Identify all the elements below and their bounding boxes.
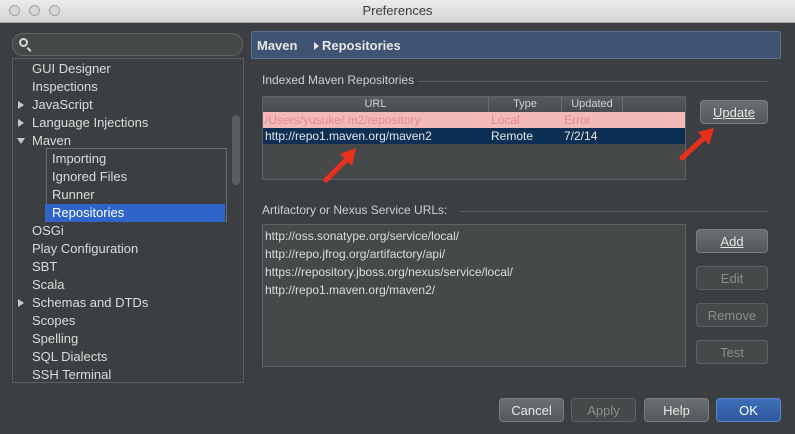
section-divider	[460, 211, 767, 212]
search-icon	[19, 38, 28, 47]
sidebar-item-label: Maven	[32, 133, 72, 148]
chevron-down-icon[interactable]	[17, 138, 25, 144]
indexed-repos-label: Indexed Maven Repositories	[262, 73, 415, 87]
artifactory-label: Artifactory or Nexus Service URLs:	[262, 203, 448, 217]
list-item[interactable]: https://repository.jboss.org/nexus/servi…	[265, 263, 685, 281]
apply-button[interactable]: Apply	[571, 398, 636, 422]
sidebar-item-label: SSH Terminal	[32, 367, 112, 382]
section-divider	[418, 81, 767, 82]
sidebar-item-label: GUI Designer	[32, 61, 111, 76]
sidebar-item-label: Inspections	[32, 79, 98, 94]
sidebar-item-label: OSGi	[32, 223, 64, 238]
breadcrumb-current: Repositories	[322, 38, 401, 53]
sidebar-item-label: Importing	[52, 151, 107, 166]
window-title: Preferences	[362, 3, 433, 18]
ok-button[interactable]: OK	[716, 398, 781, 422]
column-header-updated[interactable]: Updated	[562, 97, 623, 112]
remove-button[interactable]: Remove	[696, 303, 768, 327]
sidebar-item-label: Play Configuration	[32, 241, 139, 256]
breadcrumb: Maven Repositories	[251, 31, 781, 59]
column-header-type[interactable]: Type	[489, 97, 562, 112]
sidebar-item-label: Scala	[32, 277, 65, 292]
annotation-arrow-icon	[679, 128, 714, 161]
service-url-list[interactable]: http://oss.sonatype.org/service/local/ h…	[262, 224, 686, 367]
sidebar-item-label: Repositories	[52, 205, 125, 220]
column-header-url[interactable]: URL	[263, 97, 489, 112]
cell-url: /Users/yusuke/.m2/repository	[265, 113, 421, 127]
sidebar-item-label: Scopes	[32, 313, 76, 328]
cancel-button[interactable]: Cancel	[499, 398, 564, 422]
cell-updated: 7/2/14	[564, 129, 598, 143]
update-button-label: Update	[713, 105, 755, 120]
settings-tree[interactable]: GUI Designer Inspections JavaScript Languag…	[12, 58, 244, 383]
breadcrumb-parent: Maven	[257, 38, 298, 53]
sidebar-item-label: Language Injections	[32, 115, 149, 130]
sidebar-item-label: JavaScript	[32, 97, 93, 112]
chevron-right-icon[interactable]	[18, 101, 24, 109]
tree-scrollbar[interactable]	[232, 115, 240, 185]
annotation-arrow-icon	[323, 148, 356, 183]
cell-updated: Error	[564, 113, 591, 127]
column-header-filler	[623, 97, 685, 112]
sidebar-item-label: Spelling	[32, 331, 79, 346]
add-button-label: Add	[720, 234, 744, 249]
breadcrumb-separator-icon	[314, 42, 319, 50]
help-button[interactable]: Help	[644, 398, 709, 422]
list-item[interactable]: http://oss.sonatype.org/service/local/	[265, 227, 685, 245]
list-item[interactable]: http://repo1.maven.org/maven2/	[265, 281, 685, 299]
sidebar-item-label: Ignored Files	[52, 169, 128, 184]
sidebar-item-label: Schemas and DTDs	[32, 295, 149, 310]
cell-url: http://repo1.maven.org/maven2	[265, 129, 432, 143]
add-button[interactable]: Add	[696, 229, 768, 253]
sidebar-item-label: SBT	[32, 259, 58, 274]
chevron-right-icon[interactable]	[18, 119, 24, 127]
title-bar: Preferences	[0, 0, 795, 23]
update-button[interactable]: Update	[700, 100, 768, 124]
sidebar-item-label: SQL Dialects	[32, 349, 108, 364]
list-item[interactable]: http://repo.jfrog.org/artifactory/api/	[265, 245, 685, 263]
test-button[interactable]: Test	[696, 340, 768, 364]
settings-search-input[interactable]	[12, 33, 243, 56]
table-row[interactable]: /Users/yusuke/.m2/repository Local Error	[263, 112, 685, 128]
edit-button[interactable]: Edit	[696, 266, 768, 290]
chevron-right-icon[interactable]	[18, 299, 24, 307]
sidebar-item-label: Runner	[52, 187, 95, 202]
cell-type: Local	[491, 113, 520, 127]
cell-type: Remote	[491, 129, 534, 143]
